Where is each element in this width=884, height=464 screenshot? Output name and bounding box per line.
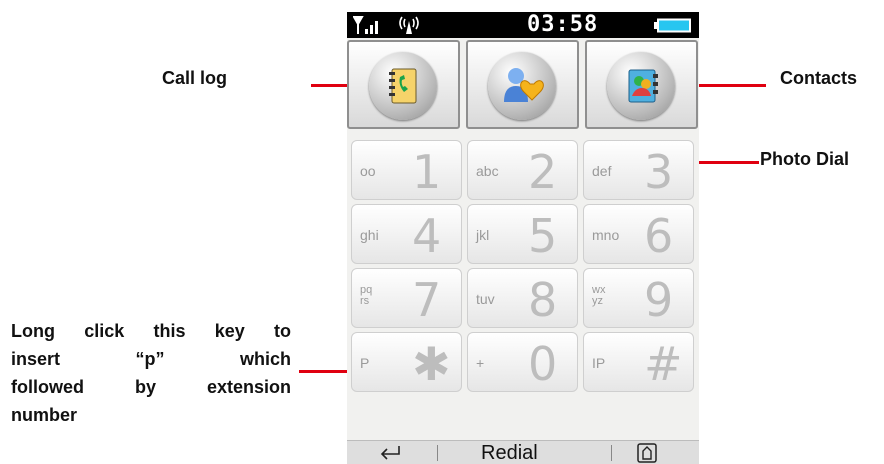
annotation-contacts: Contacts: [780, 68, 858, 88]
key-digit: 0: [528, 337, 558, 391]
key-letters: oo: [360, 163, 376, 179]
contacts-icon: [623, 66, 663, 111]
key-letters: pq rs: [360, 284, 373, 307]
key-letters: tuv: [476, 291, 495, 307]
back-enter-icon[interactable]: [377, 444, 403, 464]
key-6[interactable]: mno 6: [583, 204, 694, 264]
annotation-call-log: Call log: [162, 68, 228, 88]
key-letters: +: [476, 355, 485, 371]
key-3[interactable]: def 3: [583, 140, 694, 200]
key-digit: 3: [644, 145, 674, 199]
key-5[interactable]: jkl 5: [467, 204, 578, 264]
home-icon[interactable]: [637, 443, 657, 464]
key-hash[interactable]: IP #: [583, 332, 694, 392]
key-7[interactable]: pq rs 7: [351, 268, 462, 328]
key-digit: 2: [528, 145, 558, 199]
annotation-line-3: followed by extension: [11, 377, 291, 397]
bottom-separator-left: [437, 445, 438, 461]
key-letters: IP: [592, 355, 606, 371]
call-log-icon: [387, 67, 421, 110]
key-digit: 7: [412, 273, 442, 327]
key-digit: 1: [412, 145, 442, 199]
status-time: 03:58: [527, 12, 599, 37]
photo-dial-icon: [502, 64, 546, 113]
key-digit: 6: [644, 209, 674, 263]
key-letters: jkl: [476, 227, 490, 243]
battery-icon: [654, 18, 692, 38]
photo-dial-button[interactable]: [466, 40, 579, 129]
key-digit: 5: [528, 209, 558, 263]
key-letters: abc: [476, 163, 499, 179]
bottom-bar: Redial: [347, 440, 699, 464]
status-bar: 03:58: [347, 12, 699, 38]
key-letters: wx yz: [592, 284, 606, 307]
annotation-photo-dial: Photo Dial: [760, 149, 849, 169]
bottom-separator-right: [611, 445, 612, 461]
contacts-button[interactable]: [585, 40, 698, 129]
key-2[interactable]: abc 2: [467, 140, 578, 200]
key-letters: P: [360, 355, 370, 371]
signal-icon: [352, 15, 383, 40]
key-digit: 4: [412, 209, 442, 263]
key-8[interactable]: tuv 8: [467, 268, 578, 328]
key-digit: ✱: [412, 337, 451, 391]
key-1[interactable]: oo 1: [351, 140, 462, 200]
key-0[interactable]: +0: [467, 332, 578, 392]
key-star[interactable]: P ✱: [351, 332, 462, 392]
key-digit: #: [644, 337, 683, 391]
annotation-long-click: Long click this key to insert “p” which …: [11, 317, 291, 429]
key-digit: 8: [528, 273, 558, 327]
key-letters: mno: [592, 227, 620, 243]
redial-button[interactable]: Redial: [481, 442, 538, 464]
annotation-line-2: insert “p” which: [11, 349, 291, 369]
phone-screen: 03:58 oo 1 abc 2 def 3 ghi 4 jkl 5 mno 6…: [347, 12, 699, 464]
annotation-line-4: number: [11, 405, 78, 425]
key-9[interactable]: wx yz 9: [583, 268, 694, 328]
key-letters: ghi: [360, 227, 379, 243]
key-digit: 9: [644, 273, 674, 327]
annotation-line-1: Long click this key to: [11, 321, 291, 341]
call-log-button[interactable]: [347, 40, 460, 129]
network-activity-icon: [397, 14, 421, 41]
key-letters: def: [592, 163, 612, 179]
key-4[interactable]: ghi 4: [351, 204, 462, 264]
